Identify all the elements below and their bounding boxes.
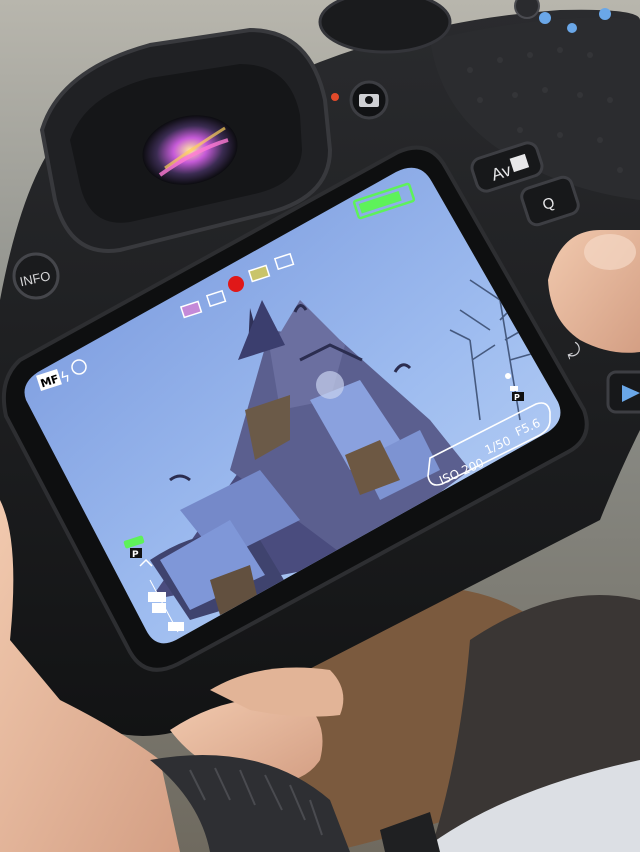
top-button[interactable] [514, 0, 540, 19]
info-button[interactable]: INFO [12, 252, 60, 300]
live-view-dot [331, 93, 339, 101]
photo-scene: Av Q INFO ⤾ MF ϟ P P ISO 200 1/50 F5.6 [0, 0, 640, 852]
mode-dial[interactable] [318, 0, 452, 54]
thumbnail [584, 234, 636, 270]
recording-indicator [228, 276, 244, 292]
live-view-button[interactable] [349, 80, 389, 120]
shooting-mode-label: P [514, 393, 520, 402]
drive-mode-label: P [132, 550, 139, 560]
